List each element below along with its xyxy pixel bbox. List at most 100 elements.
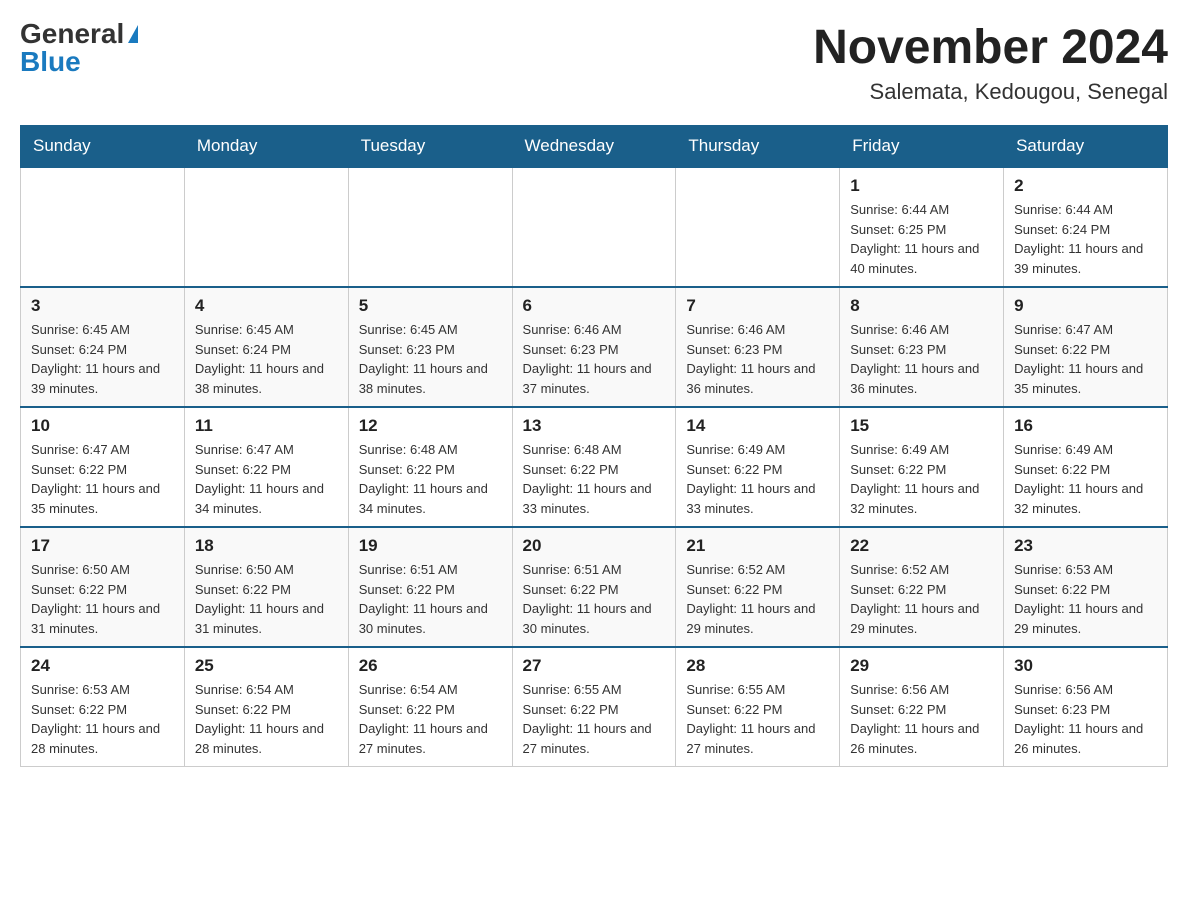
day-info: Sunrise: 6:52 AMSunset: 6:22 PMDaylight:… [850,560,993,638]
day-number: 2 [1014,176,1157,196]
day-number: 20 [523,536,666,556]
day-number: 16 [1014,416,1157,436]
month-title: November 2024 [813,20,1168,75]
day-number: 21 [686,536,829,556]
day-number: 17 [31,536,174,556]
calendar-cell: 13Sunrise: 6:48 AMSunset: 6:22 PMDayligh… [512,407,676,527]
weekday-header-monday: Monday [184,126,348,168]
calendar-cell: 23 Sunrise: 6:53 AMSunset: 6:22 PMDayligh… [1004,527,1168,647]
day-number: 13 [523,416,666,436]
calendar-cell: 3Sunrise: 6:45 AMSunset: 6:24 PMDaylight… [21,287,185,407]
day-info: Sunrise: 6:49 AMSunset: 6:22 PMDaylight:… [1014,440,1157,518]
weekday-header-row: SundayMondayTuesdayWednesdayThursdayFrid… [21,126,1168,168]
day-info: Sunrise: 6:51 AMSunset: 6:22 PMDaylight:… [523,560,666,638]
day-number: 3 [31,296,174,316]
calendar-cell: 24 Sunrise: 6:53 AMSunset: 6:22 PMDayligh… [21,647,185,767]
day-number: 11 [195,416,338,436]
calendar-cell: 11 Sunrise: 6:47 AMSunset: 6:22 PMDayligh… [184,407,348,527]
weekday-header-saturday: Saturday [1004,126,1168,168]
calendar-cell: 15 Sunrise: 6:49 AMSunset: 6:22 PMDayligh… [840,407,1004,527]
day-info: Sunrise: 6:47 AMSunset: 6:22 PMDaylight:… [195,440,338,518]
weekday-header-tuesday: Tuesday [348,126,512,168]
calendar-cell: 4Sunrise: 6:45 AMSunset: 6:24 PMDaylight… [184,287,348,407]
calendar-cell: 29 Sunrise: 6:56 AMSunset: 6:22 PMDayligh… [840,647,1004,767]
calendar-cell: 20 Sunrise: 6:51 AMSunset: 6:22 PMDayligh… [512,527,676,647]
calendar-cell: 16 Sunrise: 6:49 AMSunset: 6:22 PMDayligh… [1004,407,1168,527]
day-info: Sunrise: 6:55 AMSunset: 6:22 PMDaylight:… [686,680,829,758]
weekday-header-thursday: Thursday [676,126,840,168]
day-info: Sunrise: 6:48 AMSunset: 6:22 PMDaylight:… [359,440,502,518]
day-number: 14 [686,416,829,436]
calendar-table: SundayMondayTuesdayWednesdayThursdayFrid… [20,125,1168,767]
day-info: Sunrise: 6:46 AMSunset: 6:23 PMDaylight:… [850,320,993,398]
day-number: 24 [31,656,174,676]
day-number: 6 [523,296,666,316]
calendar-cell: 26Sunrise: 6:54 AMSunset: 6:22 PMDayligh… [348,647,512,767]
day-info: Sunrise: 6:54 AMSunset: 6:22 PMDaylight:… [195,680,338,758]
location-title: Salemata, Kedougou, Senegal [813,79,1168,105]
logo: General Blue [20,20,138,76]
calendar-cell: 30Sunrise: 6:56 AMSunset: 6:23 PMDayligh… [1004,647,1168,767]
calendar-cell: 1Sunrise: 6:44 AMSunset: 6:25 PMDaylight… [840,167,1004,287]
logo-blue-text: Blue [20,48,81,76]
weekday-header-wednesday: Wednesday [512,126,676,168]
calendar-cell: 19Sunrise: 6:51 AMSunset: 6:22 PMDayligh… [348,527,512,647]
day-info: Sunrise: 6:55 AMSunset: 6:22 PMDaylight:… [523,680,666,758]
day-number: 8 [850,296,993,316]
day-number: 7 [686,296,829,316]
day-info: Sunrise: 6:50 AMSunset: 6:22 PMDaylight:… [31,560,174,638]
calendar-week-row: 24 Sunrise: 6:53 AMSunset: 6:22 PMDayligh… [21,647,1168,767]
day-number: 5 [359,296,502,316]
day-number: 9 [1014,296,1157,316]
calendar-cell: 21 Sunrise: 6:52 AMSunset: 6:22 PMDayligh… [676,527,840,647]
calendar-week-row: 1Sunrise: 6:44 AMSunset: 6:25 PMDaylight… [21,167,1168,287]
day-info: Sunrise: 6:52 AMSunset: 6:22 PMDaylight:… [686,560,829,638]
day-info: Sunrise: 6:53 AMSunset: 6:22 PMDaylight:… [1014,560,1157,638]
day-info: Sunrise: 6:50 AMSunset: 6:22 PMDaylight:… [195,560,338,638]
calendar-cell [21,167,185,287]
day-info: Sunrise: 6:56 AMSunset: 6:22 PMDaylight:… [850,680,993,758]
day-number: 15 [850,416,993,436]
day-info: Sunrise: 6:44 AMSunset: 6:24 PMDaylight:… [1014,200,1157,278]
day-number: 23 [1014,536,1157,556]
day-info: Sunrise: 6:51 AMSunset: 6:22 PMDaylight:… [359,560,502,638]
day-number: 29 [850,656,993,676]
calendar-cell: 5 Sunrise: 6:45 AMSunset: 6:23 PMDaylight… [348,287,512,407]
calendar-cell: 10Sunrise: 6:47 AMSunset: 6:22 PMDayligh… [21,407,185,527]
day-number: 22 [850,536,993,556]
calendar-cell: 27Sunrise: 6:55 AMSunset: 6:22 PMDayligh… [512,647,676,767]
calendar-cell: 6 Sunrise: 6:46 AMSunset: 6:23 PMDaylight… [512,287,676,407]
calendar-cell: 9 Sunrise: 6:47 AMSunset: 6:22 PMDaylight… [1004,287,1168,407]
day-number: 12 [359,416,502,436]
calendar-cell: 18Sunrise: 6:50 AMSunset: 6:22 PMDayligh… [184,527,348,647]
calendar-week-row: 10Sunrise: 6:47 AMSunset: 6:22 PMDayligh… [21,407,1168,527]
calendar-cell: 7 Sunrise: 6:46 AMSunset: 6:23 PMDaylight… [676,287,840,407]
calendar-cell [348,167,512,287]
day-info: Sunrise: 6:47 AMSunset: 6:22 PMDaylight:… [1014,320,1157,398]
calendar-cell: 25 Sunrise: 6:54 AMSunset: 6:22 PMDayligh… [184,647,348,767]
day-info: Sunrise: 6:53 AMSunset: 6:22 PMDaylight:… [31,680,174,758]
day-info: Sunrise: 6:45 AMSunset: 6:24 PMDaylight:… [195,320,338,398]
day-info: Sunrise: 6:46 AMSunset: 6:23 PMDaylight:… [523,320,666,398]
calendar-cell: 2 Sunrise: 6:44 AMSunset: 6:24 PMDaylight… [1004,167,1168,287]
logo-triangle-icon [128,25,138,43]
calendar-week-row: 3 Sunrise: 6:45 AMSunset: 6:24 PMDaylight… [21,287,1168,407]
day-info: Sunrise: 6:45 AMSunset: 6:23 PMDaylight:… [359,320,502,398]
day-info: Sunrise: 6:49 AMSunset: 6:22 PMDaylight:… [686,440,829,518]
calendar-cell: 8 Sunrise: 6:46 AMSunset: 6:23 PMDaylight… [840,287,1004,407]
calendar-cell: 22 Sunrise: 6:52 AMSunset: 6:22 PMDayligh… [840,527,1004,647]
day-info: Sunrise: 6:56 AMSunset: 6:23 PMDaylight:… [1014,680,1157,758]
day-number: 28 [686,656,829,676]
calendar-cell: 14 Sunrise: 6:49 AMSunset: 6:22 PMDayligh… [676,407,840,527]
day-info: Sunrise: 6:54 AMSunset: 6:22 PMDaylight:… [359,680,502,758]
logo-general-text: General [20,20,124,48]
page-header: General Blue November 2024 Salemata, Ked… [20,20,1168,105]
day-info: Sunrise: 6:46 AMSunset: 6:23 PMDaylight:… [686,320,829,398]
weekday-header-sunday: Sunday [21,126,185,168]
calendar-cell [184,167,348,287]
weekday-header-friday: Friday [840,126,1004,168]
title-section: November 2024 Salemata, Kedougou, Senega… [813,20,1168,105]
day-info: Sunrise: 6:49 AMSunset: 6:22 PMDaylight:… [850,440,993,518]
day-info: Sunrise: 6:47 AMSunset: 6:22 PMDaylight:… [31,440,174,518]
day-number: 25 [195,656,338,676]
